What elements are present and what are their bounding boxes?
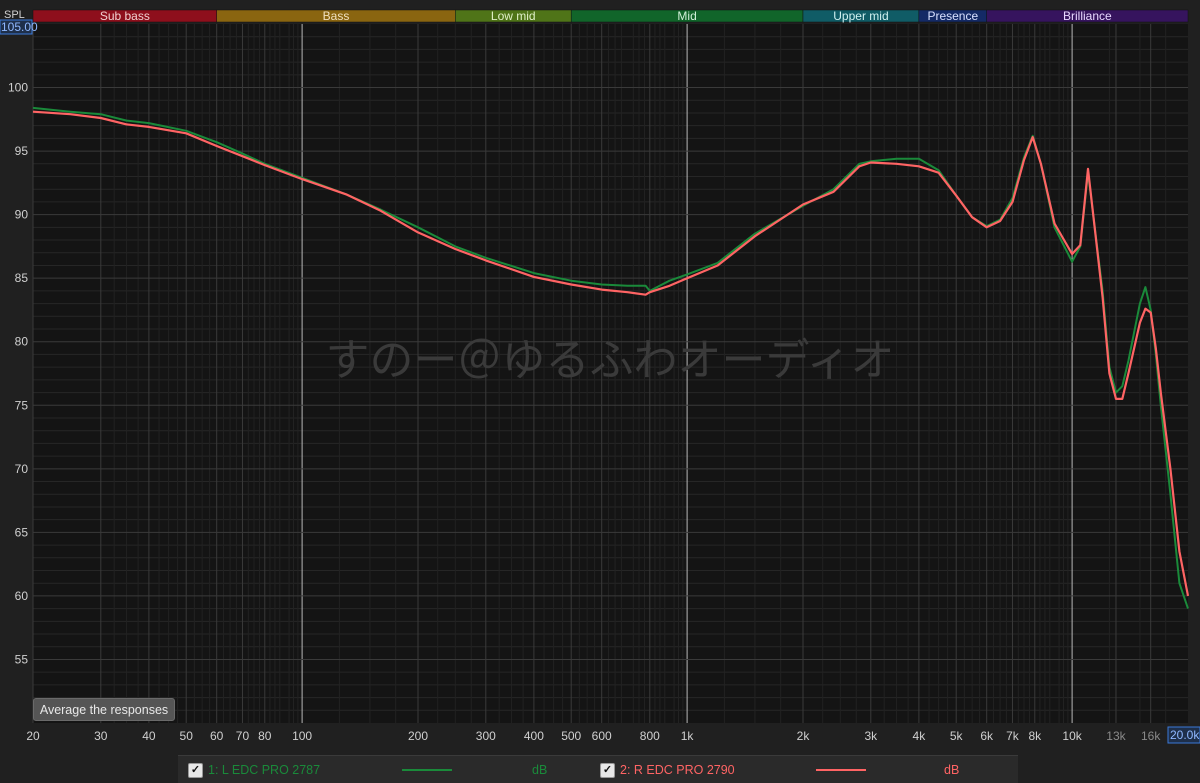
- band-label: Presence: [927, 9, 978, 23]
- x-tick-label: 500: [561, 729, 581, 743]
- x-tick-label: 1k: [681, 729, 695, 743]
- band-label: Brilliance: [1063, 9, 1112, 23]
- y-tick-label: 95: [15, 144, 29, 158]
- y-max-box[interactable]: 105.00: [0, 19, 38, 35]
- x-tick-label: 16k: [1141, 729, 1161, 743]
- x-tick-label: 6k: [980, 729, 994, 743]
- legend-name-right: 2: R EDC PRO 2790: [620, 763, 735, 777]
- legend-bar: ✓ 1: L EDC PRO 2787 dB ✓ 2: R EDC PRO 27…: [178, 755, 1018, 783]
- legend-unit-left: dB: [532, 763, 548, 777]
- x-tick-label: 80: [258, 729, 272, 743]
- legend-swatch-left: [402, 769, 452, 771]
- band-label: Mid: [677, 9, 696, 23]
- y-tick-label: 75: [15, 398, 29, 412]
- right-series-checkbox[interactable]: ✓: [600, 763, 615, 778]
- average-responses-button[interactable]: Average the responses: [33, 698, 175, 721]
- y-tick-label: 90: [15, 208, 29, 222]
- x-tick-label: 4k: [913, 729, 927, 743]
- x-tick-label: 800: [640, 729, 660, 743]
- band-label: Sub bass: [100, 9, 150, 23]
- legend-swatch-right: [816, 769, 866, 771]
- frequency-response-chart: Sub bass Bass Low mid Mid Upper mid Presence B…: [0, 0, 1200, 782]
- x-tick-label: 8k: [1028, 729, 1042, 743]
- y-tick-label: 70: [15, 462, 29, 476]
- x-tick-label: 600: [592, 729, 612, 743]
- legend-unit-right: dB: [944, 763, 960, 777]
- y-tick-label: 85: [15, 271, 29, 285]
- watermark-text: すのー＠ゆるふわオーディオ: [326, 335, 895, 386]
- y-tick-label: 65: [15, 525, 29, 539]
- x-tick-label: 30: [94, 729, 108, 743]
- x-tick-label: 50: [180, 729, 194, 743]
- x-tick-label: 10k: [1062, 729, 1082, 743]
- x-tick-label: 3k: [864, 729, 878, 743]
- y-tick-label: 55: [15, 652, 29, 666]
- x-tick-label: 70: [236, 729, 250, 743]
- x-tick-label: 40: [142, 729, 156, 743]
- x-tick-label: 100: [292, 729, 312, 743]
- x-tick-label: 2k: [797, 729, 811, 743]
- x-tick-label: 400: [524, 729, 544, 743]
- x-tick-label: 300: [476, 729, 496, 743]
- y-max-value: 105.00: [1, 20, 38, 34]
- band-label: Upper mid: [833, 9, 888, 23]
- x-tick-label: 13k: [1106, 729, 1126, 743]
- y-tick-label: 80: [15, 335, 29, 349]
- x-tick-label: 20: [26, 729, 40, 743]
- x-max-box[interactable]: 20.0k: [1167, 726, 1200, 744]
- y-tick-label: 60: [15, 589, 29, 603]
- frequency-band-bar: Sub bass Bass Low mid Mid Upper mid Presence B…: [32, 9, 1189, 23]
- legend-name-left: 1: L EDC PRO 2787: [208, 763, 321, 777]
- left-series-checkbox[interactable]: ✓: [188, 763, 203, 778]
- y-tick-label: 100: [8, 81, 28, 95]
- band-label: Low mid: [491, 9, 536, 23]
- x-tick-label: 5k: [950, 729, 964, 743]
- x-tick-label: 60: [210, 729, 224, 743]
- x-tick-label: 7k: [1006, 729, 1020, 743]
- x-max-value: 20.0k: [1170, 728, 1200, 742]
- band-label: Bass: [323, 9, 350, 23]
- x-tick-label: 200: [408, 729, 428, 743]
